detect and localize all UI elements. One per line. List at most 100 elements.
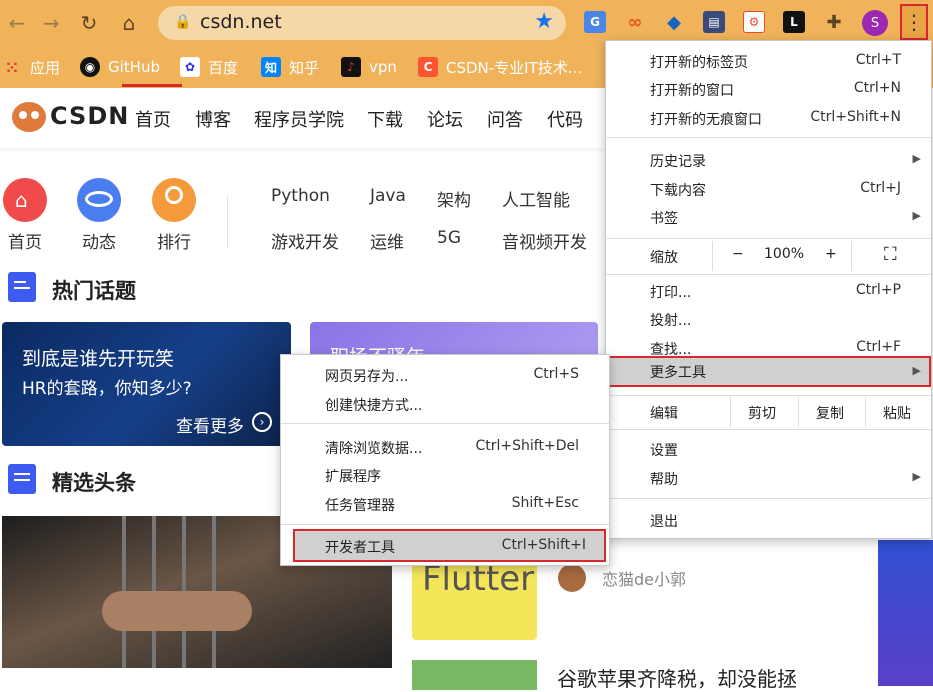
zhihu-icon: 知	[261, 57, 281, 77]
tag-architecture[interactable]: 架构	[437, 186, 471, 211]
menu-new-window[interactable]: 打开新的窗口 Ctrl+N	[606, 75, 931, 104]
menu-history[interactable]: 历史记录 ▶	[606, 146, 931, 175]
menu-exit[interactable]: 退出	[606, 506, 931, 535]
submenu-arrow-icon: ▶	[912, 209, 921, 222]
article-author[interactable]: 恋猫de小郭	[602, 566, 686, 590]
planet-circle-icon[interactable]	[77, 178, 121, 222]
nav-qa[interactable]: 问答	[487, 106, 523, 132]
nav-academy[interactable]: 程序员学院	[254, 106, 344, 132]
bookmark-label: CSDN-专业IT技术...	[446, 58, 583, 77]
baidu-paw-icon: ✿	[180, 57, 200, 77]
menu-create-shortcut[interactable]: 创建快捷方式...	[281, 390, 609, 419]
topic-banner-1[interactable]: 到底是谁先开玩笑 HR的套路，你知多少? 查看更多 ›	[2, 322, 291, 446]
menu-settings[interactable]: 设置	[606, 435, 931, 464]
menu-clear-data[interactable]: 清除浏览数据... Ctrl+Shift+Del	[281, 433, 609, 462]
infinity-extension-icon[interactable]: ∞	[624, 11, 646, 33]
tag-ops[interactable]: 运维	[370, 228, 404, 253]
chevron-right-icon: ›	[252, 412, 272, 432]
bookmark-vpn[interactable]: ♪ vpn	[341, 54, 397, 80]
diamond-extension-icon[interactable]: ◆	[663, 11, 685, 33]
lock-icon: 🔒	[174, 14, 192, 30]
bookmark-label: 知乎	[289, 58, 320, 77]
vpn-icon: ♪	[341, 57, 361, 77]
bookmark-label: 百度	[208, 58, 239, 77]
menu-edit-row: 编辑 剪切 复制 粘贴	[606, 397, 931, 427]
tag-5g[interactable]: 5G	[437, 228, 461, 248]
side-ad[interactable]	[878, 540, 933, 686]
submenu-arrow-icon: ▶	[912, 152, 921, 165]
bookmark-zhihu[interactable]: 知 知乎	[261, 54, 319, 80]
divider	[227, 196, 228, 248]
github-icon: ◉	[80, 57, 100, 77]
back-arrow-icon[interactable]: ←	[4, 10, 30, 36]
menu-more-tools[interactable]: 更多工具 ▶	[606, 356, 931, 387]
zoom-in-button[interactable]: +	[825, 246, 837, 262]
menu-incognito[interactable]: 打开新的无痕窗口 Ctrl+Shift+N	[606, 104, 931, 133]
bookmark-baidu[interactable]: ✿ 百度	[180, 54, 238, 80]
submenu-arrow-icon: ▶	[912, 364, 921, 377]
bookmark-label: vpn	[369, 58, 397, 76]
cut-button[interactable]: 剪切	[748, 403, 776, 423]
bookmark-apps[interactable]: ⁙ 应用	[2, 54, 60, 80]
bookmark-label: 应用	[30, 58, 61, 77]
menu-print[interactable]: 打印... Ctrl+P	[606, 277, 931, 306]
headline-icon	[8, 464, 36, 494]
nav-download[interactable]: 下载	[367, 106, 403, 132]
quick-link-home[interactable]: 首页	[8, 228, 42, 253]
reload-icon[interactable]: ↻	[76, 10, 102, 36]
home-circle-icon[interactable]: ⌂	[3, 178, 47, 222]
paste-button[interactable]: 粘贴	[883, 403, 911, 423]
chrome-menu: 打开新的标签页 Ctrl+T 打开新的窗口 Ctrl+N 打开新的无痕窗口 Ctrl+…	[605, 40, 932, 539]
csdn-header: CSDN 首页 博客 程序员学院 下载 论坛 问答 代码	[0, 88, 605, 148]
csdn-mascot-icon	[12, 102, 46, 132]
url-text: csdn.net	[200, 11, 282, 33]
tag-java[interactable]: Java	[370, 186, 406, 206]
sitemap-extension-icon[interactable]: ⚙	[743, 11, 765, 33]
nav-home[interactable]: 首页	[135, 106, 171, 132]
window-extension-icon[interactable]: ▤	[703, 11, 725, 33]
nav-blog[interactable]: 博客	[195, 106, 231, 132]
puzzle-extensions-icon[interactable]: ✚	[823, 11, 845, 33]
apps-grid-icon: ⁙	[5, 57, 19, 77]
menu-task-manager[interactable]: 任务管理器 Shift+Esc	[281, 490, 609, 519]
l-extension-icon[interactable]: L	[783, 11, 805, 33]
tag-gamedev[interactable]: 游戏开发	[271, 228, 339, 253]
menu-bookmarks[interactable]: 书签 ▶	[606, 203, 931, 232]
zoom-out-button[interactable]: −	[732, 246, 744, 262]
forward-arrow-icon[interactable]: →	[38, 10, 64, 36]
quick-link-feed[interactable]: 动态	[82, 228, 116, 253]
menu-dev-tools[interactable]: 开发者工具 Ctrl+Shift+I	[293, 529, 606, 562]
menu-new-tab[interactable]: 打开新的标签页 Ctrl+T	[606, 47, 931, 76]
profile-avatar[interactable]: S	[862, 10, 888, 36]
bookmark-github[interactable]: ◉ GitHub	[80, 54, 160, 80]
menu-downloads[interactable]: 下载内容 Ctrl+J	[606, 175, 931, 204]
tag-ai[interactable]: 人工智能	[502, 186, 570, 211]
author-avatar[interactable]	[558, 564, 586, 592]
active-bookmark-indicator	[122, 84, 182, 87]
tag-python[interactable]: Python	[271, 186, 330, 206]
document-icon	[8, 272, 36, 302]
view-more-link[interactable]: 查看更多	[176, 412, 244, 437]
bookmark-csdn[interactable]: C CSDN-专业IT技术...	[418, 54, 582, 80]
csdn-logo[interactable]: CSDN	[50, 102, 129, 130]
article-title[interactable]: 谷歌苹果齐降税，却没能拯	[557, 663, 797, 692]
bookmark-label: GitHub	[108, 58, 160, 76]
medal-circle-icon[interactable]	[152, 178, 196, 222]
address-bar[interactable]: 🔒 csdn.net ★	[158, 6, 566, 40]
nav-forum[interactable]: 论坛	[427, 106, 463, 132]
menu-help[interactable]: 帮助 ▶	[606, 464, 931, 493]
tag-av[interactable]: 音视频开发	[502, 228, 587, 253]
nav-code[interactable]: 代码	[547, 106, 583, 132]
home-icon[interactable]: ⌂	[116, 10, 142, 36]
menu-cast[interactable]: 投射...	[606, 305, 931, 334]
fullscreen-icon[interactable]: ⛶	[884, 244, 897, 265]
hot-topics-title: 热门话题	[52, 279, 136, 303]
menu-extensions[interactable]: 扩展程序	[281, 461, 609, 490]
quick-link-rank[interactable]: 排行	[157, 228, 191, 253]
kebab-menu-icon[interactable]: ⋮	[900, 4, 928, 40]
copy-button[interactable]: 复制	[816, 403, 844, 423]
translate-extension-icon[interactable]: G	[584, 11, 606, 33]
menu-save-page[interactable]: 网页另存为... Ctrl+S	[281, 361, 609, 390]
more-tools-submenu: 网页另存为... Ctrl+S 创建快捷方式... 清除浏览数据... Ctrl+S…	[280, 354, 610, 566]
bookmark-star-icon[interactable]: ★	[534, 9, 554, 34]
